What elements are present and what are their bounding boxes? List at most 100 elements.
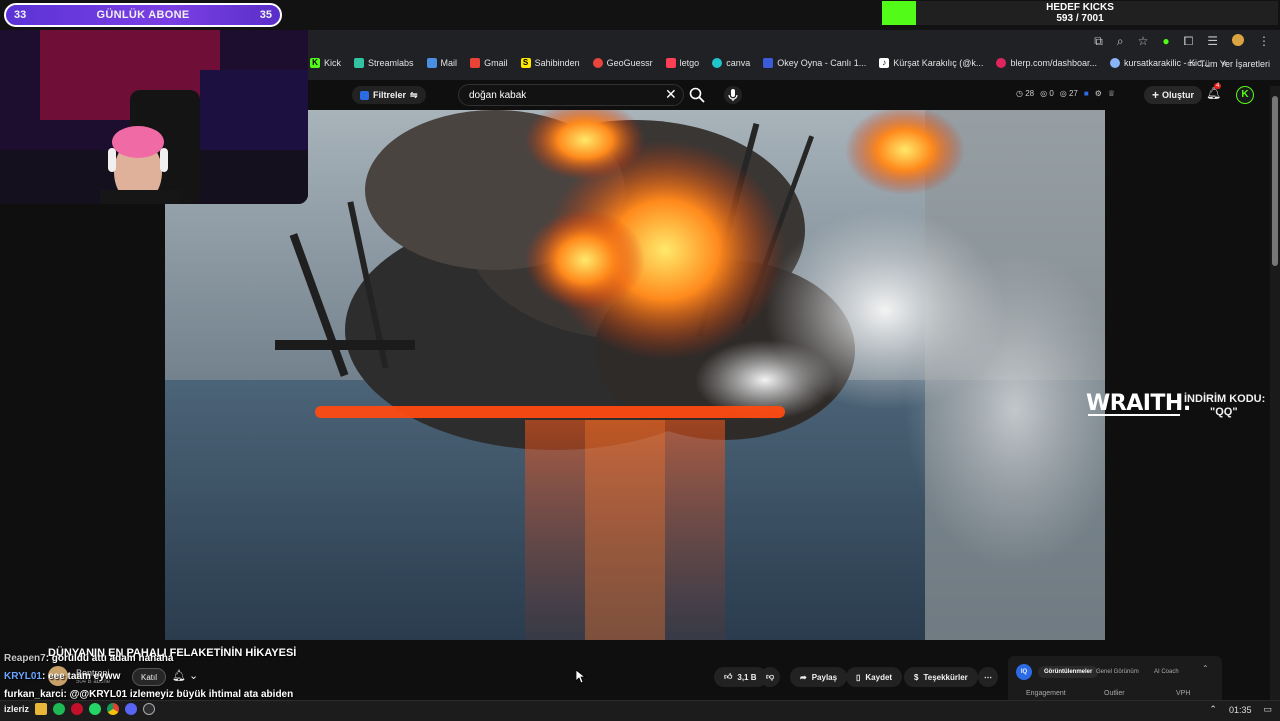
- subscription-bell-icon[interactable]: 🔔︎ ⌄: [172, 669, 198, 682]
- account-avatar[interactable]: K: [1236, 86, 1254, 104]
- bookmark-gmail[interactable]: Gmail: [470, 58, 508, 68]
- star-icon[interactable]: ☆: [1138, 34, 1149, 49]
- folder-icon: ▭: [1186, 58, 1196, 68]
- bookmark-tiktok[interactable]: ♪ Kürşat Karakılıç (@k...: [879, 58, 983, 68]
- kicks-goal-count: 593 / 7001: [1056, 13, 1104, 24]
- chat-message: furkan_karci: @@KRYL01 izlemeyiz büyük i…: [4, 689, 293, 700]
- bookmark-sahibinden[interactable]: S Sahibinden: [520, 58, 580, 68]
- clear-search-icon[interactable]: ✕: [665, 86, 677, 103]
- mail-icon: [426, 58, 437, 68]
- clock[interactable]: 01:35: [1229, 705, 1252, 715]
- notification-badge: 4: [1214, 83, 1222, 89]
- browser-toolbar: ⧉ ⌕ ☆ ● ⧠ ☰ ⋮: [1094, 34, 1270, 49]
- chat-username: Reapen7: [4, 653, 46, 664]
- bookmark-kick[interactable]: K Kick: [310, 58, 341, 68]
- gmail-icon: [470, 58, 481, 68]
- save-button[interactable]: ▯ Kaydet: [846, 667, 903, 687]
- goal-end: 35: [259, 9, 272, 21]
- trophy-icon[interactable]: ♕: [1108, 89, 1115, 98]
- reading-list-icon[interactable]: ☰: [1207, 34, 1218, 49]
- whatsapp-icon[interactable]: [89, 703, 102, 715]
- create-button[interactable]: + Oluştur: [1144, 86, 1203, 104]
- system-tray: ⌃ 01:35 ▭: [1209, 704, 1272, 715]
- okey-icon: [763, 58, 774, 68]
- vph-label: VPH: [1176, 690, 1191, 697]
- chat-username: furkan_karci: [4, 689, 64, 700]
- share-icon: ➦: [800, 672, 807, 682]
- scrollbar-thumb[interactable]: [1272, 96, 1278, 266]
- extensions-icon[interactable]: ⧠: [1184, 34, 1194, 49]
- taskbar-apps: izleriz: [4, 703, 156, 715]
- goal-label: GÜNLÜK ABONE: [96, 9, 190, 21]
- opera-icon[interactable]: [71, 703, 84, 715]
- canva-icon: [712, 58, 723, 68]
- filters-button[interactable]: Filtreler ⇋: [352, 86, 426, 104]
- all-bookmarks-button[interactable]: ▭ Tüm Yer İşaretleri: [1187, 58, 1270, 69]
- search-input[interactable]: [467, 88, 661, 102]
- discord-icon[interactable]: [125, 703, 138, 715]
- taskbar-label: izleriz: [4, 704, 30, 714]
- notifications-bell-icon[interactable]: 🔔︎ 4: [1206, 83, 1222, 100]
- chat-text: : @@KRYL01 izlemeyiz büyük ihtimal ata a…: [63, 689, 294, 700]
- stat-zero: ◎ 0: [1040, 89, 1054, 98]
- stat-views: ◷ 28: [1016, 89, 1035, 98]
- streamer-webcam: [0, 30, 308, 204]
- plus-icon: +: [1152, 88, 1160, 102]
- bookmark-streamlabs[interactable]: Streamlabs: [354, 58, 414, 68]
- cast-icon[interactable]: ⧉: [1094, 34, 1103, 49]
- collapse-icon[interactable]: ⌃: [1202, 664, 1209, 673]
- streamlabs-icon: [354, 58, 365, 68]
- filter-logo-icon: [360, 90, 369, 100]
- thumbs-down-icon: 👎︎: [766, 672, 775, 681]
- thanks-button[interactable]: $ Teşekkürler: [904, 667, 978, 687]
- microphone-icon[interactable]: [724, 85, 742, 105]
- more-actions-icon[interactable]: ⋯: [978, 667, 998, 687]
- like-button[interactable]: 👍︎ 3,1 B: [714, 667, 767, 687]
- bookmark-mail[interactable]: Mail: [426, 58, 457, 68]
- spotify-icon[interactable]: [53, 703, 66, 715]
- settings-icon[interactable]: ⚙: [1095, 89, 1102, 98]
- extension-stats: ◷ 28 ◎ 0 ◎ 27 ■ ⚙ ♕: [1016, 89, 1115, 98]
- search-icon[interactable]: [688, 86, 706, 104]
- tiktok-icon: ♪: [879, 58, 890, 68]
- bookmark-icon: ▯: [856, 672, 861, 682]
- notification-center-icon[interactable]: ▭: [1263, 704, 1272, 715]
- taskbar: [0, 700, 1280, 721]
- outlier-label: Outlier: [1104, 690, 1125, 697]
- tray-expand-icon[interactable]: ⌃: [1209, 704, 1217, 715]
- chrome-icon[interactable]: [107, 703, 120, 715]
- bookmark-okey[interactable]: Okey Oyna - Canlı 1...: [763, 58, 866, 68]
- super-thanks-icon: $: [914, 672, 919, 682]
- mouse-cursor-icon: [576, 670, 586, 684]
- sponsor-code-value: "QQ": [1210, 406, 1238, 418]
- dislike-button[interactable]: 👎︎: [760, 667, 781, 687]
- youtube-header: [308, 80, 1272, 110]
- menu-icon[interactable]: ⋮: [1258, 34, 1270, 49]
- chat-message: Reapen7: görüldü attı adam hahaha: [4, 653, 173, 664]
- profile-avatar[interactable]: [1232, 34, 1244, 46]
- goal-start: 33: [14, 9, 27, 21]
- extension-icon[interactable]: ■: [1084, 89, 1089, 98]
- obs-icon[interactable]: [143, 703, 156, 715]
- bookmark-letgo[interactable]: letgo: [665, 58, 699, 68]
- daily-subscriber-goal: 33 GÜNLÜK ABONE 35: [4, 3, 282, 27]
- bookmarks-bar: K Kick Streamlabs Mail Gmail S Sahibinden …: [310, 58, 1227, 68]
- chat-message: KRYL01: eee taam eyww: [4, 671, 120, 682]
- bookmark-canva[interactable]: canva: [712, 58, 750, 68]
- sponsor-logo: WRAITH.: [1086, 391, 1191, 416]
- tab-ai-coach[interactable]: AI Coach: [1148, 666, 1185, 678]
- sahibinden-icon: S: [520, 58, 531, 68]
- letgo-icon: [665, 58, 676, 68]
- folder-icon[interactable]: [35, 703, 48, 715]
- search-box: [458, 84, 684, 106]
- extension-badge-icon[interactable]: ●: [1162, 34, 1169, 49]
- zoom-icon[interactable]: ⌕: [1117, 34, 1124, 49]
- bookmark-blerp[interactable]: blerp.com/dashboar...: [996, 58, 1097, 68]
- bookmark-geoguessr[interactable]: GeoGuessr: [592, 58, 653, 68]
- share-button[interactable]: ➦ Paylaş: [790, 667, 848, 687]
- join-button[interactable]: Katıl: [132, 668, 167, 686]
- engagement-label: Engagement: [1026, 690, 1066, 697]
- sliders-icon: ⇋: [410, 89, 418, 100]
- tab-overview[interactable]: Genel Görünüm: [1090, 666, 1145, 678]
- thumbs-up-icon: 👍︎: [724, 672, 733, 681]
